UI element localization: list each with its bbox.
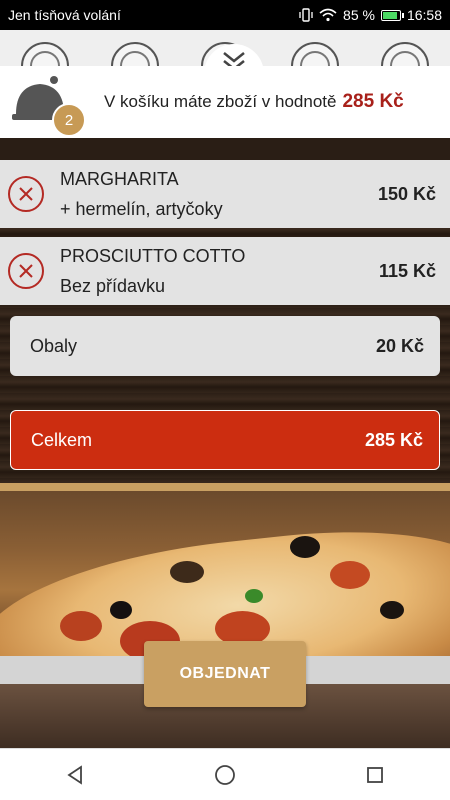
remove-item-button[interactable] [8, 176, 44, 212]
cart-cloche: 2 [0, 66, 86, 138]
status-bar: Jen tísňová volání 85 % 16:58 [0, 0, 450, 30]
carrier-label: Jen tísňová volání [8, 7, 121, 23]
recents-button[interactable] [355, 755, 395, 795]
cart-item-price: 150 Kč [377, 183, 436, 204]
photo-top-strip [0, 483, 450, 491]
back-button[interactable] [55, 755, 95, 795]
cart-total: 285 Kč [342, 91, 404, 112]
cart-item: PROSCIUTTO COTTO Bez přídavku 115 Kč [0, 237, 450, 305]
cart-item-name: MARGHARITA [60, 169, 179, 189]
cart-item-name: PROSCIUTTO COTTO [60, 246, 246, 266]
system-nav-bar [0, 748, 450, 800]
battery-icon [380, 9, 404, 21]
cart-item-info: PROSCIUTTO COTTO Bez přídavku [60, 241, 379, 301]
packaging-price: 20 Kč [375, 335, 424, 356]
home-button[interactable] [205, 755, 245, 795]
back-triangle-icon [67, 764, 82, 785]
battery-percent: 85 % [343, 7, 375, 23]
total-price: 285 Kč [364, 429, 423, 450]
total-row: Celkem 285 Kč [10, 410, 440, 470]
total-label: Celkem [31, 429, 93, 450]
clock: 16:58 [406, 7, 442, 23]
home-circle-icon [215, 764, 235, 785]
recents-square-icon [367, 766, 383, 783]
vibrate-icon [299, 8, 313, 22]
close-icon [19, 264, 33, 278]
packaging-row: Obaly 20 Kč [10, 316, 440, 376]
cart-item: MARGHARITA + hermelín, artyčoky 150 Kč [0, 160, 450, 228]
cart-item-price: 115 Kč [378, 260, 436, 281]
cart-item-extras: + hermelín, artyčoky [60, 199, 223, 219]
remove-item-button[interactable] [8, 253, 44, 289]
cart-item-extras: Bez přídavku [60, 276, 166, 296]
order-button[interactable]: OBJEDNAT [144, 641, 306, 707]
packaging-label: Obaly [30, 335, 78, 356]
cart-message: V košíku máte zboží v hodnotě [104, 92, 337, 111]
wood-top-band [0, 138, 450, 160]
close-icon [19, 187, 33, 201]
wifi-icon [319, 8, 337, 22]
cart-header[interactable]: 2 V košíku máte zboží v hodnotě 285 Kč [0, 66, 450, 138]
cart-item-info: MARGHARITA + hermelín, artyčoky [60, 164, 378, 224]
pizza-photo [0, 491, 450, 656]
cart-count-badge: 2 [52, 103, 86, 137]
